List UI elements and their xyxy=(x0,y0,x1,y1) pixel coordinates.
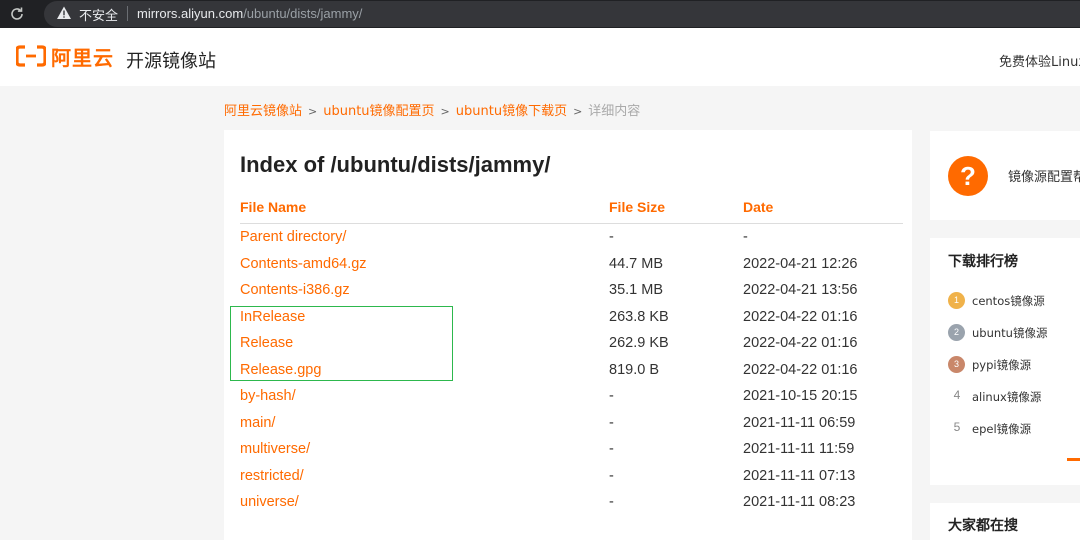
file-link[interactable]: restricted/ xyxy=(240,468,304,484)
security-status[interactable]: 不安全 xyxy=(79,5,118,24)
column-header-file-size[interactable]: File Size xyxy=(609,199,665,215)
file-link[interactable]: Parent directory/ xyxy=(240,229,346,245)
file-date: 2021-11-11 06:59 xyxy=(743,414,856,431)
file-size: - xyxy=(609,494,614,510)
ranking-item-name: ubuntu镜像源 xyxy=(972,326,1048,340)
browser-toolbar: 不安全 mirrors.aliyun.com/ubuntu/dists/jamm… xyxy=(0,0,1080,28)
file-link[interactable]: multiverse/ xyxy=(240,441,310,457)
file-date: 2022-04-22 01:16 xyxy=(743,308,858,325)
file-link[interactable]: Contents-amd64.gz xyxy=(240,256,367,272)
table-row: Parent directory/ - - xyxy=(224,224,912,251)
table-row: main/ - 2021-11-11 06:59 xyxy=(224,410,912,437)
url-path: /ubuntu/dists/jammy/ xyxy=(243,6,363,21)
breadcrumb-separator: > xyxy=(308,105,318,118)
file-size: 44.7 MB xyxy=(609,255,663,272)
file-date: 2022-04-22 01:16 xyxy=(743,335,858,351)
file-size: 819.0 B xyxy=(609,361,659,378)
url-host: mirrors.aliyun.com xyxy=(137,6,244,21)
file-size: 263.8 KB xyxy=(609,308,669,325)
file-size: - xyxy=(609,388,614,404)
logo-text: 阿里云 xyxy=(51,45,114,70)
table-row: multiverse/ - 2021-11-11 11:59 xyxy=(224,436,912,463)
url-text[interactable]: mirrors.aliyun.com/ubuntu/dists/jammy/ xyxy=(137,6,362,21)
file-link[interactable]: Contents-i386.gz xyxy=(240,282,350,298)
file-size: - xyxy=(609,467,614,484)
ranking-item-name: alinux镜像源 xyxy=(972,390,1042,404)
breadcrumb-home[interactable]: 阿里云镜像站 xyxy=(224,104,302,119)
ranking-item-name: pypi镜像源 xyxy=(972,358,1032,372)
release-files-highlight-box xyxy=(230,306,453,381)
table-row: restricted/ - 2021-11-11 07:13 xyxy=(224,463,912,490)
file-date: - xyxy=(743,229,748,245)
site-title: 开源镜像站 xyxy=(126,51,216,72)
list-item[interactable]: 5 epel镜像源 xyxy=(948,418,1080,438)
file-link[interactable]: universe/ xyxy=(240,494,299,510)
ranking-item-name: epel镜像源 xyxy=(972,422,1032,436)
page-title: Index of /ubuntu/dists/jammy/ xyxy=(240,152,551,177)
file-date: 2021-11-11 08:23 xyxy=(743,494,856,510)
list-item[interactable]: 3 pypi镜像源 xyxy=(948,354,1080,374)
ranking-title: 下载排行榜 xyxy=(948,254,1018,270)
column-header-date[interactable]: Date xyxy=(743,199,773,215)
silver-medal-icon: 2 xyxy=(948,324,965,341)
table-row: universe/ - 2021-11-11 08:23 xyxy=(224,489,912,516)
gold-medal-icon: 1 xyxy=(948,292,965,309)
reload-icon[interactable] xyxy=(8,5,26,23)
list-item[interactable]: 4 alinux镜像源 xyxy=(948,386,1080,406)
file-link[interactable]: by-hash/ xyxy=(240,388,296,404)
free-trial-link[interactable]: 免费体验Linux xyxy=(999,51,1080,70)
file-size: - xyxy=(609,441,614,457)
aliyun-logo-icon xyxy=(16,45,46,67)
file-date: 2022-04-21 12:26 xyxy=(743,255,858,272)
file-link[interactable]: main/ xyxy=(240,415,275,431)
warning-icon[interactable] xyxy=(56,5,72,21)
breadcrumb-ubuntu-download[interactable]: ubuntu镜像下载页 xyxy=(456,104,567,119)
ranking-item-name: centos镜像源 xyxy=(972,294,1045,308)
bronze-medal-icon: 3 xyxy=(948,356,965,373)
file-date: 2021-10-15 20:15 xyxy=(743,388,858,404)
file-date: 2021-11-11 07:13 xyxy=(743,467,856,484)
question-icon: ? xyxy=(948,156,988,196)
popular-search-title: 大家都在搜 xyxy=(948,518,1018,534)
ranking-number: 5 xyxy=(953,420,961,434)
url-divider xyxy=(127,6,128,21)
file-size: - xyxy=(609,414,614,431)
file-date: 2022-04-21 13:56 xyxy=(743,282,858,298)
file-date: 2022-04-22 01:16 xyxy=(743,361,858,378)
aliyun-logo[interactable]: 阿里云 xyxy=(16,40,114,72)
file-size: - xyxy=(609,229,614,245)
breadcrumb-current: 详细内容 xyxy=(588,104,641,119)
breadcrumb-ubuntu-config[interactable]: ubuntu镜像配置页 xyxy=(323,104,434,119)
file-date: 2021-11-11 11:59 xyxy=(743,441,855,457)
ranking-number: 4 xyxy=(953,388,961,402)
table-row: by-hash/ - 2021-10-15 20:15 xyxy=(224,383,912,410)
table-row: Contents-i386.gz 35.1 MB 2022-04-21 13:56 xyxy=(224,277,912,304)
ranking-scroll-indicator xyxy=(1067,458,1080,461)
list-item[interactable]: 1 centos镜像源 xyxy=(948,290,1080,310)
file-size: 262.9 KB xyxy=(609,335,669,351)
breadcrumb-separator: > xyxy=(440,105,450,118)
breadcrumb: 阿里云镜像站 > ubuntu镜像配置页 > ubuntu镜像下载页 > 详细内容 xyxy=(224,100,640,119)
download-ranking-card: 下载排行榜 1 centos镜像源 2 ubuntu镜像源 3 pypi镜像源 … xyxy=(930,238,1080,485)
table-row: Contents-amd64.gz 44.7 MB 2022-04-21 12:26 xyxy=(224,251,912,278)
file-size: 35.1 MB xyxy=(609,282,663,298)
help-text: 镜像源配置帮 xyxy=(1008,170,1080,185)
popular-search-card: 大家都在搜 xyxy=(930,503,1080,540)
breadcrumb-separator: > xyxy=(573,105,583,118)
list-item[interactable]: 2 ubuntu镜像源 xyxy=(948,322,1080,342)
column-header-file-name[interactable]: File Name xyxy=(240,199,306,215)
help-card[interactable]: ? 镜像源配置帮 xyxy=(930,131,1080,220)
site-header: 阿里云 开源镜像站 免费体验Linux xyxy=(0,28,1080,86)
